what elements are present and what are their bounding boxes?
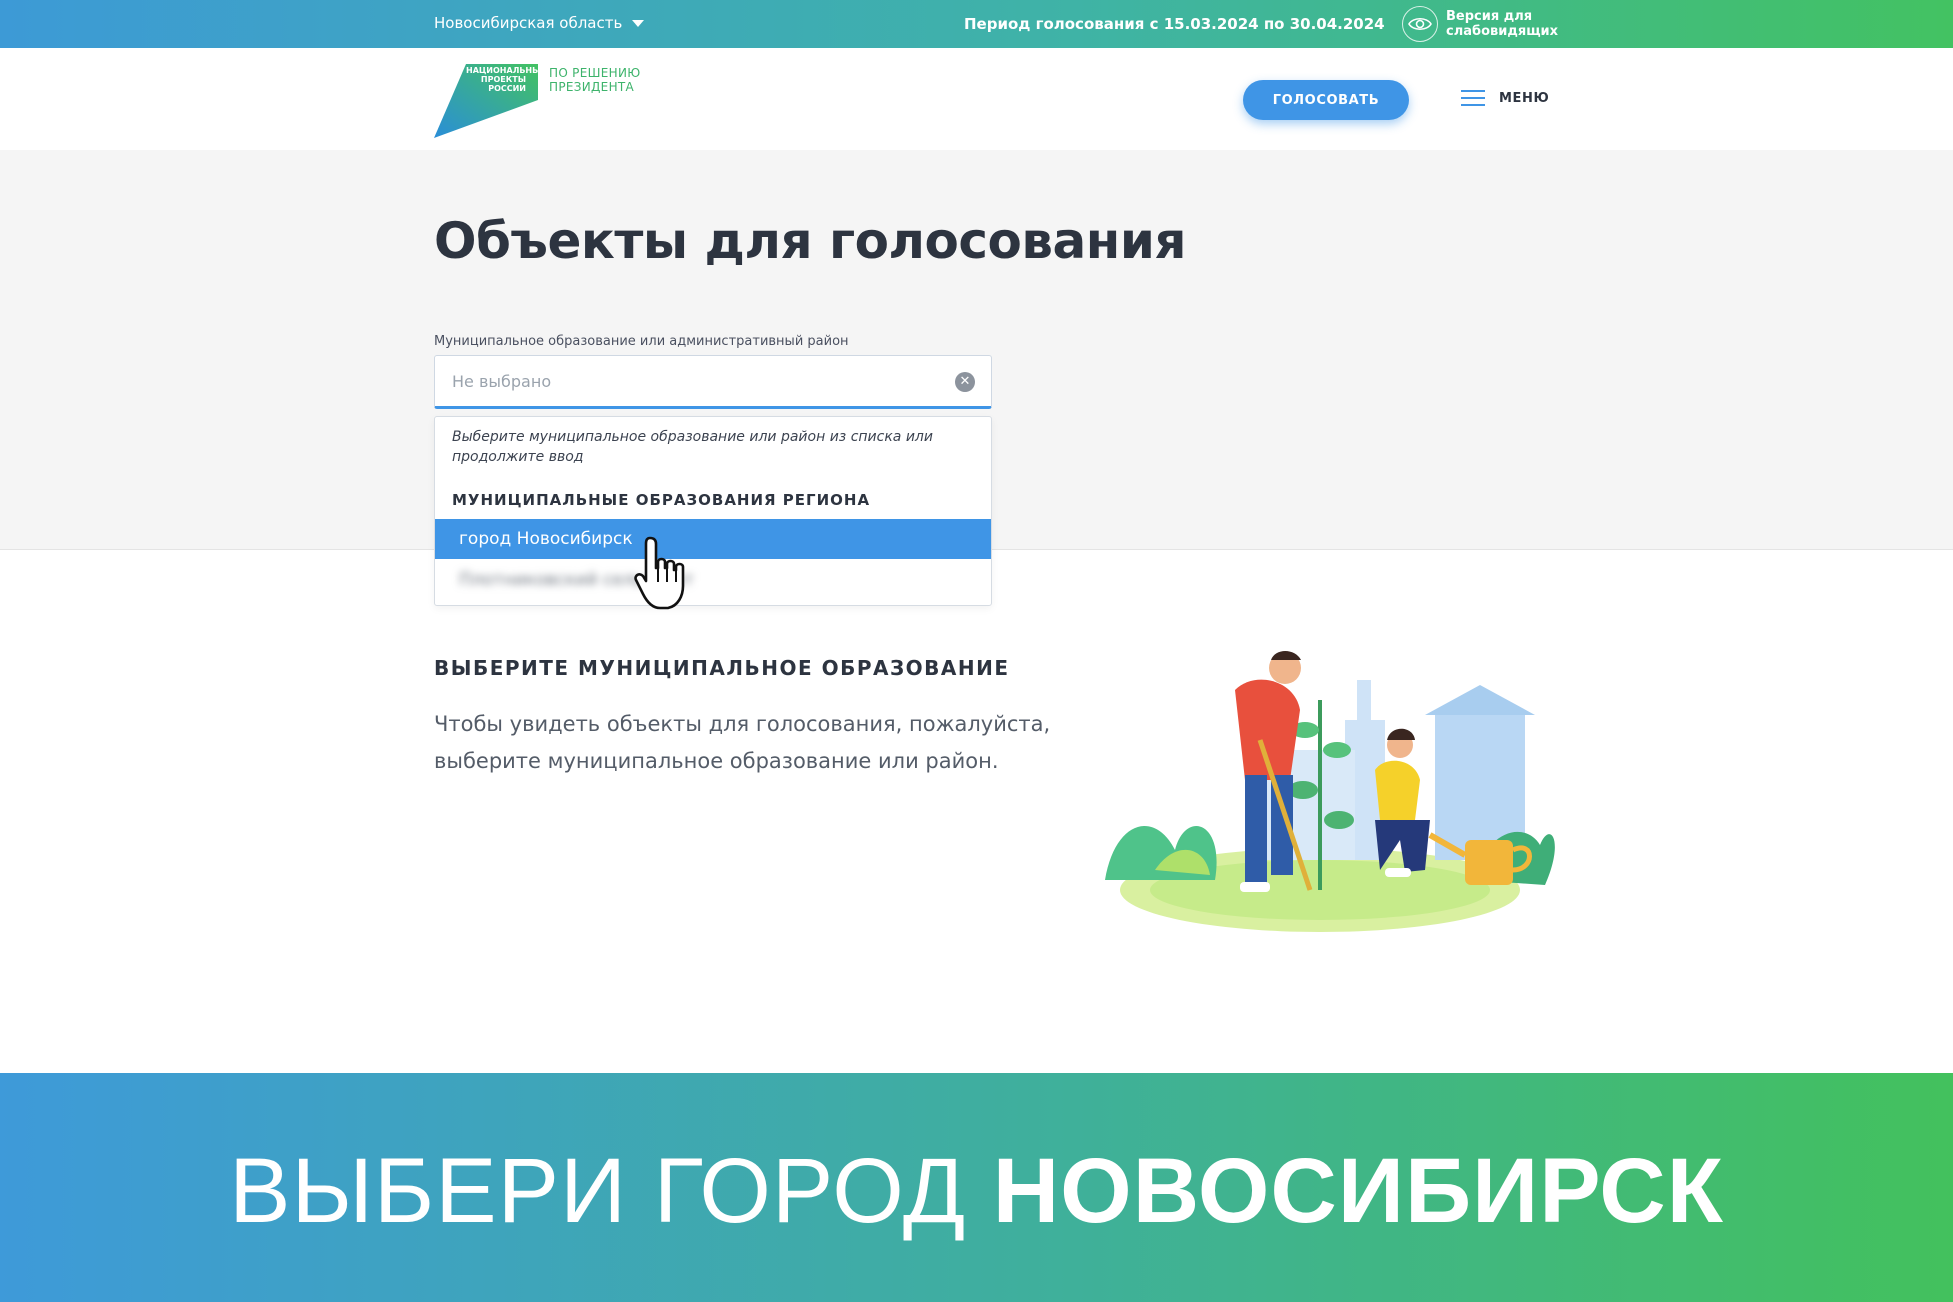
municipality-select[interactable]: Не выбрано ✕ [434,355,992,409]
region-selector[interactable]: Новосибирская область [434,14,645,32]
hand-pointer-icon [634,536,685,610]
dropdown-hint: Выберите муниципальное образование или р… [452,429,933,465]
planting-tree-illustration [1105,651,1555,932]
menu-label: МЕНЮ [1499,90,1550,106]
eye-icon [1402,6,1438,42]
dropdown-option-2[interactable]: Плотниковский сельсовет [435,560,991,600]
hamburger-icon [1461,90,1485,106]
dropdown-option-novosibirsk[interactable]: город Новосибирск [435,519,991,559]
promo-banner-text: ВЫБЕРИ ГОРОД НОВОСИБИРСК [0,1139,1953,1244]
caret-down-icon [632,19,645,27]
banner-text-regular: ВЫБЕРИ ГОРОД [229,1140,993,1242]
vote-button[interactable]: ГОЛОСОВАТЬ [1243,80,1409,120]
logo-tagline: ПО РЕШЕНИЮ ПРЕЗИДЕНТА [549,66,641,94]
top-bar: Новосибирская область Период голосования… [0,0,1953,48]
municipality-placeholder: Не выбрано [452,372,552,391]
municipality-dropdown: Выберите муниципальное образование или р… [434,416,992,606]
menu-button[interactable]: МЕНЮ [1461,90,1549,106]
dropdown-group-title: МУНИЦИПАЛЬНЫЕ ОБРАЗОВАНИЯ РЕГИОНА [452,491,871,509]
page-title: Объекты для голосования [434,212,1186,270]
promo-banner: ВЫБЕРИ ГОРОД НОВОСИБИРСК [0,1073,1953,1302]
municipality-field-label: Муниципальное образование или администра… [434,334,849,349]
logo-small-text: НАЦИОНАЛЬНЫЕ ПРОЕКТЫ РОССИИ [466,66,546,93]
accessibility-version-link[interactable]: Версия для слабовидящих [1402,6,1566,42]
accessibility-label: Версия для слабовидящих [1446,9,1559,39]
section-text: Чтобы увидеть объекты для голосования, п… [434,712,1051,773]
region-label: Новосибирская область [434,14,623,32]
site-header: НАЦИОНАЛЬНЫЕ ПРОЕКТЫ РОССИИ ПО РЕШЕНИЮ П… [0,48,1953,150]
clear-icon[interactable]: ✕ [955,372,975,392]
national-projects-logo[interactable]: НАЦИОНАЛЬНЫЕ ПРОЕКТЫ РОССИИ ПО РЕШЕНИЮ П… [434,62,654,138]
section-title: ВЫБЕРИТЕ МУНИЦИПАЛЬНОЕ ОБРАЗОВАНИЕ [434,656,1010,680]
voting-period: Период голосования с 15.03.2024 по 30.04… [964,15,1385,33]
banner-text-bold: НОВОСИБИРСК [992,1140,1724,1242]
